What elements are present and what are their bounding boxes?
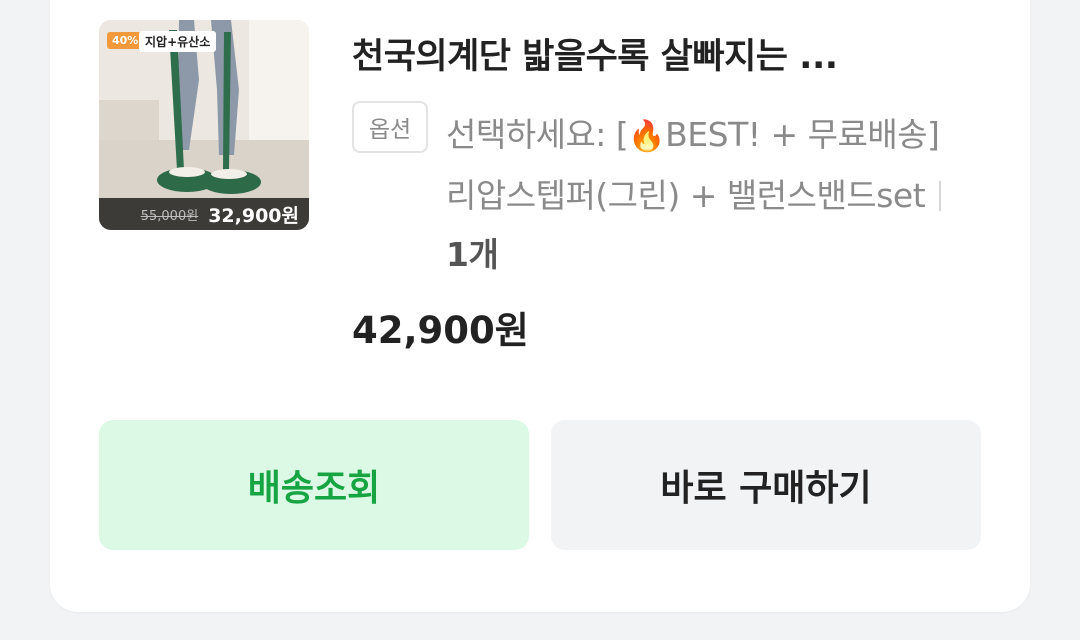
fire-icon: 🔥 xyxy=(628,119,666,154)
option-description: 선택하세요: [🔥BEST! + 무료배송] 리압스텝퍼(그린) + 밸런스밴드… xyxy=(446,105,966,284)
option-label-badge: 옵션 xyxy=(352,101,428,153)
product-title[interactable]: 천국의계단 밟을수록 살빠지는 ... xyxy=(352,28,952,79)
track-delivery-button[interactable]: 배송조회 xyxy=(99,420,529,550)
discount-badge: 40% xyxy=(107,32,144,49)
original-price: 55,000원 xyxy=(140,208,199,224)
thumbnail-price-strip: 55,000원 32,900원 xyxy=(99,198,309,230)
sale-price: 32,900원 xyxy=(208,204,299,227)
option-prefix: 선택하세요: [ xyxy=(446,115,629,154)
product-thumbnail[interactable]: 40% 지압+유산소 55,000원 32,900원 xyxy=(99,20,309,230)
quantity: 1개 xyxy=(446,235,499,274)
divider xyxy=(939,181,942,211)
total-price: 42,900원 xyxy=(352,309,529,352)
feature-tag-badge: 지압+유산소 xyxy=(139,31,217,52)
buy-now-button[interactable]: 바로 구매하기 xyxy=(551,420,981,550)
